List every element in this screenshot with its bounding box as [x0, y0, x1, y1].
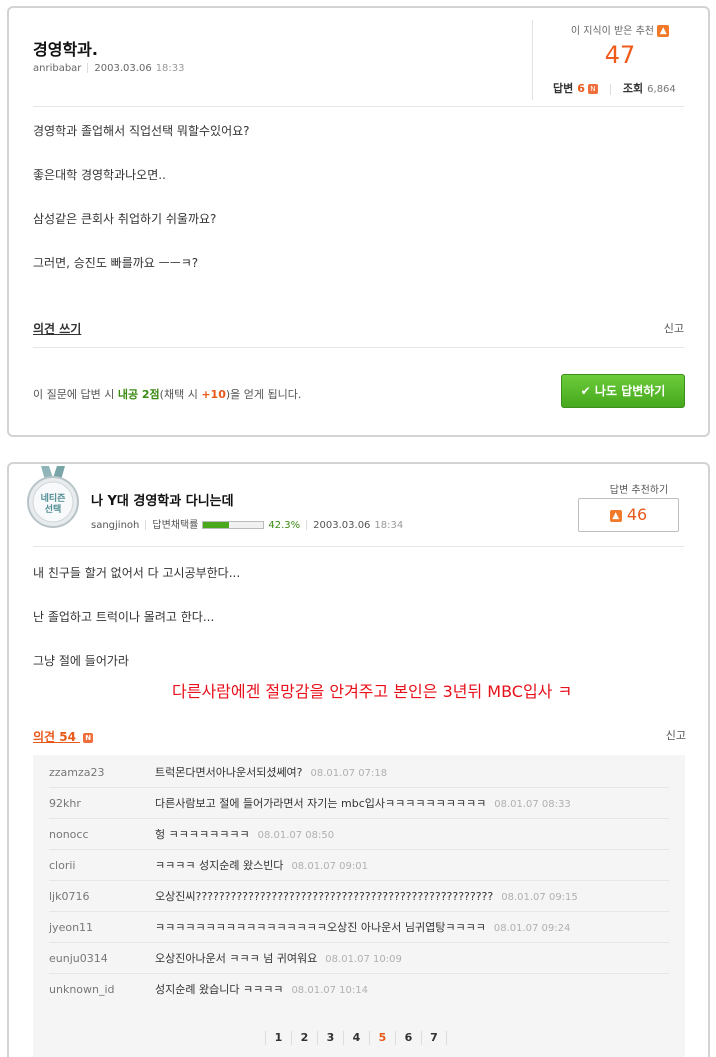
divider [33, 347, 684, 348]
comment-text: ㅋㅋㅋㅋ 성지순례 왔스빈다 08.01.07 09:01 [155, 859, 368, 872]
comment-text: ㅋㅋㅋㅋㅋㅋㅋㅋㅋㅋㅋㅋㅋㅋㅋㅋㅋ오상진 아나운서 님귀엽탕ㅋㅋㅋㅋ 08.01.… [155, 921, 571, 934]
question-recommend-box: 이 지식이 받은 추천 ▲ 47 [549, 22, 691, 69]
comment-row: clorii ㅋㅋㅋㅋ 성지순례 왔스빈다 08.01.07 09:01 [49, 850, 669, 881]
comments-toggle-link[interactable]: 의견 54 N [33, 728, 94, 745]
comment-time: 08.01.07 08:33 [494, 799, 571, 810]
divider [532, 20, 533, 100]
recommend-label: 이 지식이 받은 추천 ▲ [549, 22, 691, 37]
comment-text: 헝 ㅋㅋㅋㅋㅋㅋㅋㅋ 08.01.07 08:50 [155, 828, 335, 841]
adopt-rate-percent: 42.3% [268, 520, 301, 531]
comment-text: 오상진아나운서 ㅋㅋㅋ 넘 귀여워요 08.01.07 10:09 [155, 952, 402, 965]
answer-points-notice: 이 질문에 답변 시 내공 2점(채택 시 +10)을 얻게 됩니다. [33, 388, 302, 401]
question-stats: 답변 6 N 조회 6,864 [553, 80, 676, 96]
divider [87, 63, 89, 73]
answer-date: 2003.03.06 [313, 520, 371, 531]
page-link-7[interactable]: 7 [421, 1031, 447, 1045]
question-body-line: 좋은대학 경영학과나오면.. [33, 168, 166, 182]
divider [609, 83, 611, 95]
comment-row: nonocc 헝 ㅋㅋㅋㅋㅋㅋㅋㅋ 08.01.07 08:50 [49, 819, 669, 850]
medal-label: 네티즌 선택 [40, 494, 66, 515]
answer-time: 18:34 [374, 520, 404, 531]
thumbs-up-icon: ▲ [609, 509, 622, 522]
answer-author[interactable]: sangjinoh [91, 520, 139, 531]
question-body-line: 삼성같은 큰회사 취업하기 쉬울까요? [33, 212, 217, 226]
report-link[interactable]: 신고 [666, 727, 686, 743]
question-author[interactable]: anribabar [33, 63, 81, 74]
comment-text: 성지순례 왔습니다 ㅋㅋㅋㅋ 08.01.07 10:14 [155, 983, 368, 996]
comment-time: 08.01.07 10:09 [325, 954, 402, 965]
comment-user[interactable]: eunju0314 [49, 943, 108, 974]
comment-text: 다른사람보고 절에 들어가라면서 자기는 mbc입사ㅋㅋㅋㅋㅋㅋㅋㅋㅋㅋ 08.0… [155, 797, 571, 810]
page-link-2[interactable]: 2 [291, 1031, 317, 1045]
comment-row: ljk0716 오상진씨?????????????????????????????… [49, 881, 669, 912]
comment-row: zzamza23 트럭몬다면서아나운서되셨쎄여? 08.01.07 07:18 [49, 757, 669, 788]
answer-body-line: 그냥 절에 들어가라 [33, 654, 129, 668]
question-date: 2003.03.06 [94, 63, 152, 74]
comment-time: 08.01.07 09:01 [291, 861, 368, 872]
views-count: 6,864 [647, 84, 676, 95]
comment-row: eunju0314 오상진아나운서 ㅋㅋㅋ 넘 귀여워요 08.01.07 10:0… [49, 943, 669, 974]
comment-text: 오상진씨????????????????????????????????????… [155, 890, 578, 903]
answer-card: 네티즌 선택 나 Y대 경영학과 다니는데 sangjinoh 답변채택률 42.3… [7, 462, 710, 1057]
comment-row: 92khr 다른사람보고 절에 들어가라면서 자기는 mbc입사ㅋㅋㅋㅋㅋㅋㅋㅋㅋ… [49, 788, 669, 819]
answer-meta: sangjinoh 답변채택률 42.3% 2003.03.06 18:34 [91, 516, 403, 531]
answer-body-line: 난 졸업하고 트럭이나 몰려고 한다... [33, 610, 215, 624]
comment-row: jyeon11 ㅋㅋㅋㅋㅋㅋㅋㅋㅋㅋㅋㅋㅋㅋㅋㅋㅋ오상진 아나운서 님귀엽탕ㅋㅋㅋ… [49, 912, 669, 943]
new-badge-icon: N [587, 84, 598, 94]
divider [145, 520, 147, 530]
adopt-rate-bar [202, 521, 265, 529]
answers-label: 답변 [553, 82, 574, 95]
comment-time: 08.01.07 10:14 [291, 985, 368, 996]
thumbs-up-icon: ▲ [657, 25, 670, 37]
page-link-current: 5 [369, 1031, 395, 1045]
check-icon: ✔ [580, 384, 591, 398]
comment-time: 08.01.07 07:18 [310, 768, 388, 779]
divider [33, 546, 684, 547]
answer-recommend-button[interactable]: ▲ 46 [578, 498, 679, 532]
page-link-6[interactable]: 6 [395, 1031, 421, 1045]
question-time: 18:33 [155, 63, 185, 74]
answer-title: 나 Y대 경영학과 다니는데 [91, 494, 234, 509]
answer-recommend-label: 답변 추천하기 [609, 485, 669, 496]
page-link-1[interactable]: 1 [265, 1031, 291, 1045]
comment-row: unknown_id 성지순례 왔습니다 ㅋㅋㅋㅋ 08.01.07 10:14 [49, 974, 669, 1005]
question-card: 경영학과. anribabar 2003.03.06 18:33 이 지식이 받은 … [7, 6, 710, 437]
comment-time: 08.01.07 08:50 [257, 830, 335, 841]
comment-pagination: 1234567 [265, 1031, 447, 1045]
answers-count: 6 [577, 82, 585, 95]
question-meta: anribabar 2003.03.06 18:33 [33, 63, 185, 74]
page-link-4[interactable]: 4 [343, 1031, 369, 1045]
report-link[interactable]: 신고 [664, 320, 684, 336]
comment-user[interactable]: nonocc [49, 819, 89, 850]
comment-user[interactable]: 92khr [49, 788, 81, 819]
question-body-line: 그러면, 승진도 빠를까요 ㅡㅡㅋ? [33, 256, 199, 270]
adopt-rate-label: 답변채택률 [152, 520, 199, 531]
comment-user[interactable]: clorii [49, 850, 75, 881]
recommend-count: 47 [604, 41, 636, 69]
comment-user[interactable]: unknown_id [49, 974, 115, 1005]
answer-too-button[interactable]: ✔ 나도 답변하기 [561, 374, 685, 408]
question-body: 경영학과 졸업해서 직업선택 뭐할수있어요? 좋은대학 경영학과나오면.. 삼성… [33, 124, 250, 300]
comment-user[interactable]: jyeon11 [49, 912, 93, 943]
adopt-rate-bar-fill [203, 522, 229, 528]
overlay-caption: 다른사람에겐 절망감을 안겨주고 본인은 3년뒤 MBC입사 ㅋ [172, 682, 573, 701]
answer-recommend-count: 46 [626, 505, 648, 524]
new-badge-icon: N [83, 732, 94, 743]
question-body-line: 경영학과 졸업해서 직업선택 뭐할수있어요? [33, 124, 250, 138]
divider [306, 520, 308, 530]
answer-body-line: 내 친구들 할거 없어서 다 고시공부한다... [33, 566, 241, 580]
comment-time: 08.01.07 09:15 [501, 892, 578, 903]
comment-time: 08.01.07 09:24 [493, 923, 571, 934]
question-title: 경영학과. [33, 40, 98, 59]
page-link-3[interactable]: 3 [317, 1031, 343, 1045]
comment-user[interactable]: zzamza23 [49, 757, 105, 788]
write-opinion-link[interactable]: 의견 쓰기 [33, 320, 81, 337]
divider [33, 106, 684, 107]
comment-user[interactable]: ljk0716 [49, 881, 89, 912]
comment-text: 트럭몬다면서아나운서되셨쎄여? 08.01.07 07:18 [155, 766, 388, 779]
comment-list: zzamza23 트럭몬다면서아나운서되셨쎄여? 08.01.07 07:18 92… [33, 755, 685, 1057]
views-label: 조회 [622, 82, 644, 95]
